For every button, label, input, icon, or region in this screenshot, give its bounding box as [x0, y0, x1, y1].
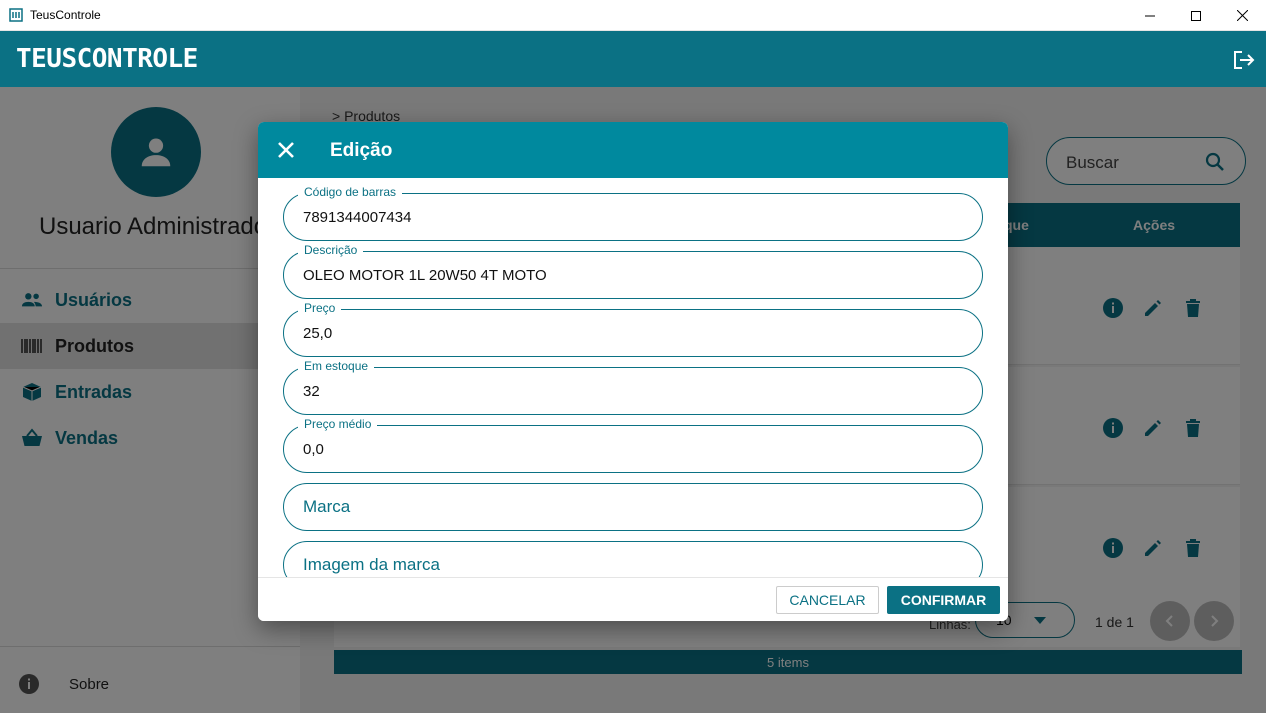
- field-value: 32: [303, 383, 320, 400]
- close-icon[interactable]: [276, 140, 296, 160]
- dialog-footer: CANCELAR CONFIRMAR: [258, 577, 1008, 621]
- dialog-body: Código de barras 7891344007434 Descrição…: [258, 178, 1008, 577]
- dialog-title: Edição: [330, 140, 393, 161]
- window-title: TeusControle: [30, 8, 101, 22]
- field-value: OLEO MOTOR 1L 20W50 4T MOTO: [303, 267, 547, 284]
- cancel-button[interactable]: CANCELAR: [776, 586, 879, 614]
- field-label: Código de barras: [298, 185, 403, 199]
- price-field[interactable]: Preço 25,0: [283, 301, 983, 357]
- app-icon: [9, 8, 23, 22]
- field-value: 25,0: [303, 325, 333, 342]
- description-field[interactable]: Descrição OLEO MOTOR 1L 20W50 4T MOTO: [283, 243, 983, 299]
- app-header: TEUSCONTROLE: [0, 31, 1266, 87]
- confirm-button[interactable]: CONFIRMAR: [887, 586, 1000, 614]
- minimize-button[interactable]: [1127, 0, 1173, 31]
- field-label: Descrição: [298, 243, 364, 257]
- field-value: 7891344007434: [303, 209, 412, 226]
- app-logo: TEUSCONTROLE: [16, 44, 198, 74]
- window-titlebar: TeusControle: [0, 0, 1266, 31]
- maximize-icon: [1191, 10, 1201, 21]
- brand-image-field[interactable]: Imagem da marca: [283, 541, 983, 577]
- field-label: Preço: [298, 301, 342, 315]
- field-placeholder: Marca: [303, 497, 351, 516]
- maximize-button[interactable]: [1173, 0, 1219, 31]
- field-value: 0,0: [303, 441, 324, 458]
- close-icon: [1236, 10, 1248, 21]
- stock-field[interactable]: Em estoque 32: [283, 359, 983, 415]
- brand-field[interactable]: Marca: [283, 483, 983, 531]
- field-placeholder: Imagem da marca: [303, 555, 440, 574]
- barcode-field[interactable]: Código de barras 7891344007434: [283, 185, 983, 241]
- logout-icon[interactable]: [1233, 50, 1255, 70]
- field-label: Preço médio: [298, 417, 378, 431]
- average-price-field[interactable]: Preço médio 0,0: [283, 417, 983, 473]
- close-window-button[interactable]: [1219, 0, 1265, 31]
- minimize-icon: [1145, 15, 1155, 16]
- dialog-header: Edição: [258, 122, 1008, 178]
- field-label: Em estoque: [298, 359, 375, 373]
- edit-dialog: Edição Código de barras 7891344007434 De…: [258, 122, 1008, 621]
